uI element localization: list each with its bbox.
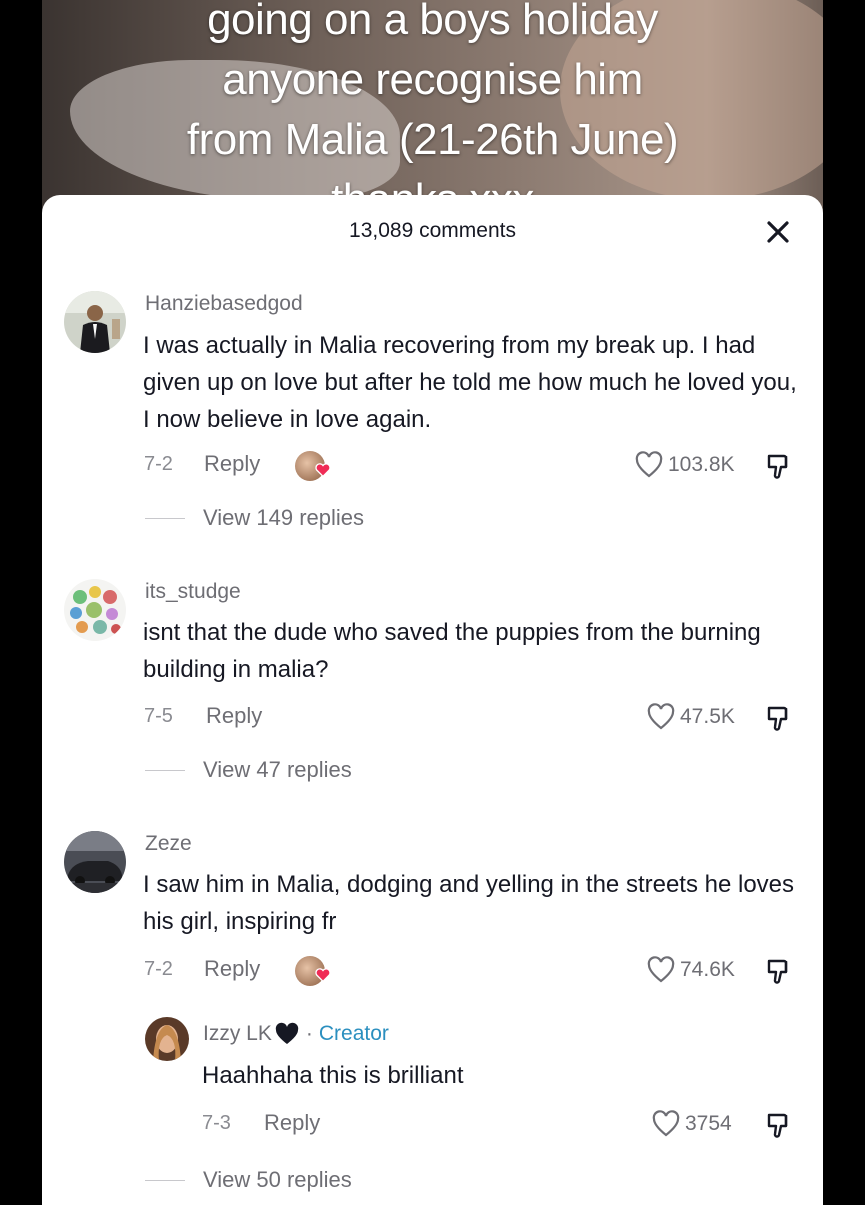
caption-line: anyone recognise him xyxy=(222,55,643,104)
comment-username[interactable]: its_studge xyxy=(145,580,241,604)
heart-outline-icon xyxy=(647,703,675,730)
comment-username[interactable]: Hanziebasedgod xyxy=(145,292,303,316)
comment-text: I saw him in Malia, dodging and yelling … xyxy=(143,871,795,935)
like-count: 3754 xyxy=(685,1112,732,1135)
comment-username[interactable]: Zeze xyxy=(145,832,192,856)
view-replies-label: View 47 replies xyxy=(203,757,352,782)
like-count: 47.5K xyxy=(680,705,735,728)
divider-line xyxy=(145,517,185,519)
heart-outline-icon xyxy=(647,956,675,983)
reply-date: 7-3 xyxy=(202,1112,231,1134)
reply-button[interactable]: Reply xyxy=(204,451,260,477)
letterbox-right xyxy=(823,0,865,1200)
like-button[interactable]: 47.5K xyxy=(646,703,735,731)
close-icon xyxy=(767,221,789,243)
caption-line: going on a boys holiday xyxy=(207,0,658,44)
creator-badge: Creator xyxy=(318,1022,389,1045)
reply-username[interactable]: Izzy LK · Creator xyxy=(203,1022,389,1046)
view-replies-button[interactable]: View 50 replies xyxy=(145,1167,352,1193)
dislike-icon[interactable] xyxy=(764,956,794,986)
avatar[interactable] xyxy=(64,579,126,641)
view-replies-label: View 149 replies xyxy=(203,505,365,530)
view-replies-label: View 50 replies xyxy=(203,1167,352,1192)
avatar[interactable] xyxy=(145,1017,189,1061)
comments-sheet: 13,089 comments Hanziebasedgod I was act… xyxy=(42,195,823,1205)
dislike-icon[interactable] xyxy=(764,1110,794,1140)
dislike-icon[interactable] xyxy=(764,703,794,733)
like-count: 103.8K xyxy=(668,453,735,476)
divider-line xyxy=(145,769,185,771)
like-count: 74.6K xyxy=(680,958,735,981)
heart-outline-icon xyxy=(652,1110,680,1137)
caption-line: from Malia (21-26th June) xyxy=(186,115,679,164)
comment-text: I was actually in Malia recovering from … xyxy=(143,332,797,433)
dislike-icon[interactable] xyxy=(764,451,794,481)
comment-date: 7-5 xyxy=(144,705,173,727)
heart-outline-icon xyxy=(635,451,663,478)
reply-text: Haahhaha this is brilliant xyxy=(202,1062,464,1089)
avatar[interactable] xyxy=(64,291,126,353)
reply-button[interactable]: Reply xyxy=(206,703,262,729)
separator-dot: · xyxy=(305,1022,313,1045)
close-button[interactable] xyxy=(761,215,795,249)
comment-text: isnt that the dude who saved the puppies… xyxy=(143,619,761,683)
heart-icon xyxy=(315,968,331,983)
reply-username-text: Izzy LK xyxy=(203,1022,272,1045)
divider-line xyxy=(145,1179,185,1181)
comment-date: 7-2 xyxy=(144,453,173,475)
heart-icon xyxy=(315,463,331,478)
sheet-header: 13,089 comments xyxy=(42,195,823,269)
letterbox-left xyxy=(0,0,42,1200)
avatar[interactable] xyxy=(64,831,126,893)
comment-count: 13,089 comments xyxy=(349,219,516,242)
reply-button[interactable]: Reply xyxy=(264,1110,320,1136)
comment-date: 7-2 xyxy=(144,958,173,980)
reply-button[interactable]: Reply xyxy=(204,956,260,982)
like-button[interactable]: 74.6K xyxy=(646,956,735,984)
view-replies-button[interactable]: View 149 replies xyxy=(145,505,364,531)
like-button[interactable]: 3754 xyxy=(651,1110,732,1138)
black-heart-icon xyxy=(275,1022,299,1044)
like-button[interactable]: 103.8K xyxy=(634,451,735,479)
view-replies-button[interactable]: View 47 replies xyxy=(145,757,352,783)
